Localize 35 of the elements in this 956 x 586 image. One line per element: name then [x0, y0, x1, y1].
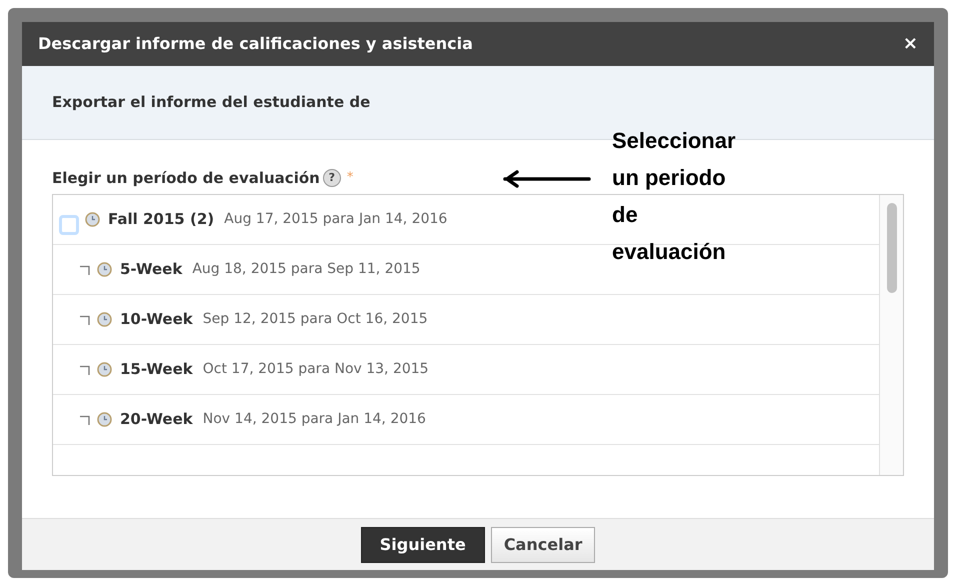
clock-icon [97, 362, 112, 377]
annotation-text: Seleccionar un periodo de evaluación [612, 127, 737, 266]
clock-icon [85, 212, 100, 227]
help-icon[interactable]: ? [322, 169, 341, 187]
period-name: 15-Week [120, 359, 193, 380]
tree-branch-icon [79, 314, 91, 324]
period-item[interactable]: 10-Week Sep 12, 2015 para Oct 16, 2015 [79, 308, 428, 331]
tree-branch-icon [79, 364, 91, 374]
subheader-text: Exportar el informe del estudiante de [52, 92, 370, 114]
clock-icon [97, 412, 112, 427]
period-item[interactable]: 5-Week Aug 18, 2015 para Sep 11, 2015 [79, 258, 420, 281]
period-dates: Aug 17, 2015 para Jan 14, 2016 [224, 210, 448, 229]
cancel-button[interactable]: Cancelar [490, 526, 596, 562]
tree-branch-icon [79, 414, 91, 424]
period-item[interactable]: 15-Week Oct 17, 2015 para Nov 13, 2015 [79, 358, 429, 381]
clock-icon [97, 312, 112, 327]
period-name: 20-Week [120, 409, 193, 430]
tree-branch-icon [79, 264, 91, 274]
next-button[interactable]: Siguiente [360, 526, 485, 562]
period-dates: Oct 17, 2015 para Nov 13, 2015 [202, 360, 429, 379]
period-name: Fall 2015 (2) [108, 209, 214, 230]
scrollbar-thumb[interactable] [886, 203, 896, 293]
period-item[interactable]: 20-Week Nov 14, 2015 para Jan 14, 2016 [79, 408, 426, 431]
required-mark: * [346, 169, 354, 188]
period-dates: Nov 14, 2015 para Jan 14, 2016 [202, 410, 426, 429]
period-name: 10-Week [120, 309, 193, 330]
period-name: 5-Week [120, 259, 182, 280]
clock-icon [97, 262, 112, 277]
period-item[interactable]: Fall 2015 (2) Aug 17, 2015 para Jan 14, 2016 [59, 204, 448, 234]
field-label: Elegir un período de evaluación [52, 168, 320, 189]
close-button[interactable]: × [902, 35, 918, 53]
period-dates: Aug 18, 2015 para Sep 11, 2015 [192, 260, 420, 279]
period-dates: Sep 12, 2015 para Oct 16, 2015 [202, 310, 428, 329]
checkbox[interactable] [59, 214, 79, 234]
dialog-title: Descargar informe de calificaciones y asistencia [38, 33, 473, 55]
